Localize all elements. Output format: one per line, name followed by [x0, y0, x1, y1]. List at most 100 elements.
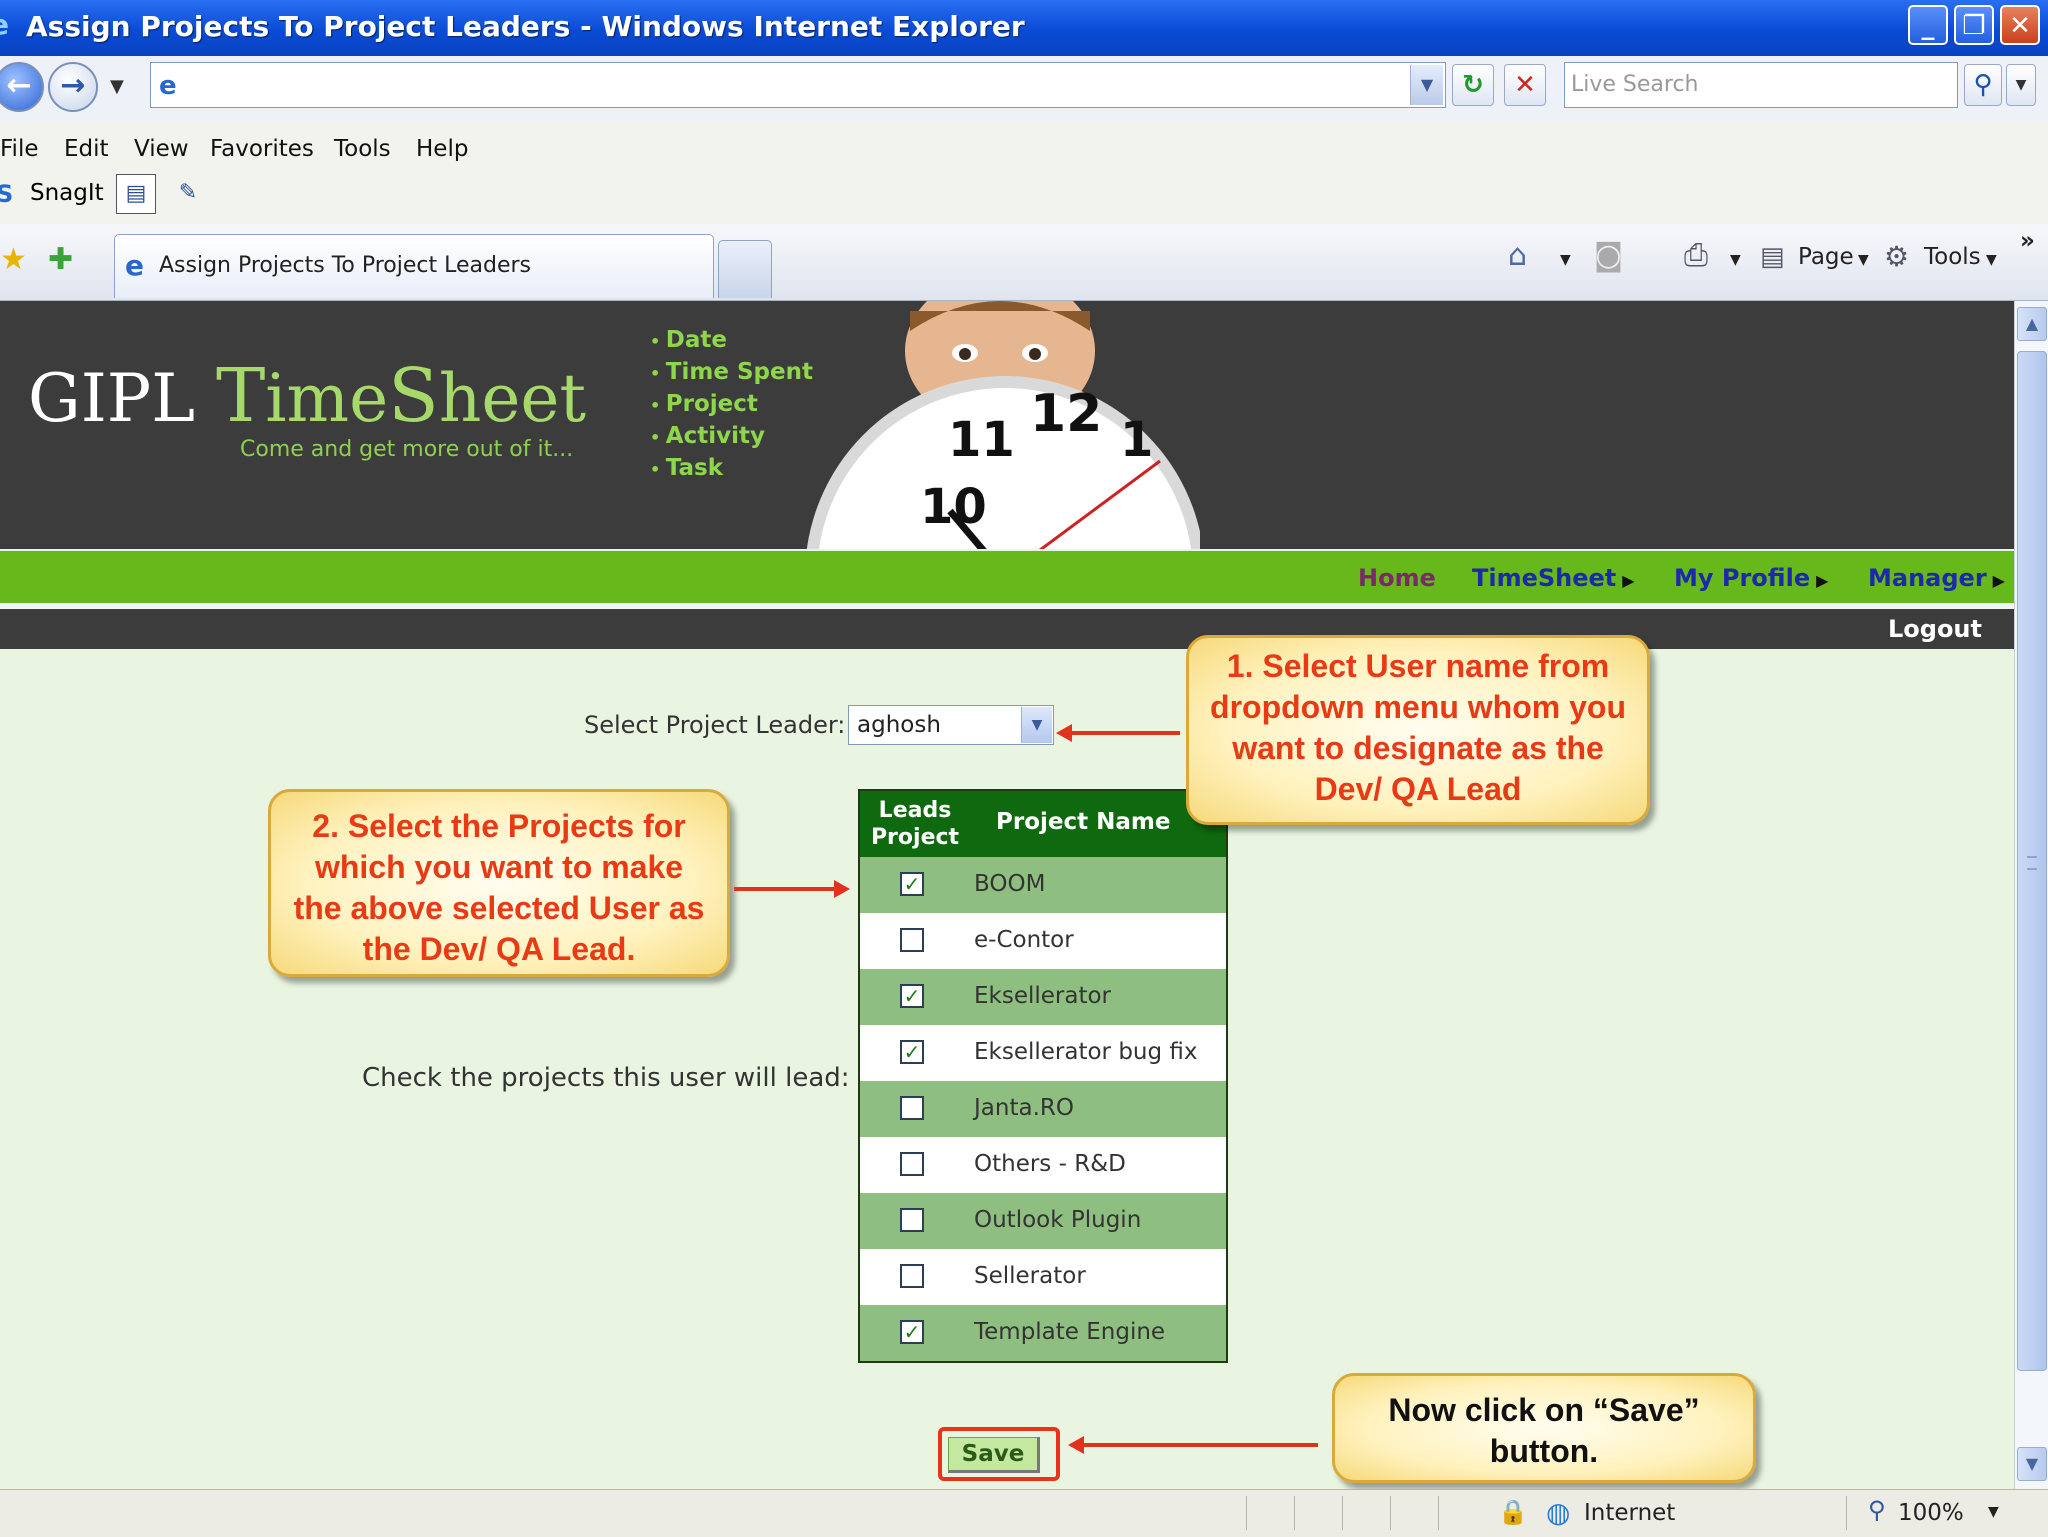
- leads-project-checkbox[interactable]: [900, 928, 924, 952]
- forward-button[interactable]: →: [48, 62, 98, 112]
- print-icon[interactable]: ⎙: [1684, 238, 1708, 273]
- zoom-dropdown[interactable]: ▼: [1988, 1504, 1999, 1520]
- callout-step-2: 2. Select the Projects for which you wan…: [268, 789, 730, 977]
- minimize-button[interactable]: _: [1908, 5, 1948, 45]
- menu-view[interactable]: View: [134, 136, 189, 162]
- snagit-toolbar: S SnagIt ▤ ✎: [0, 172, 2048, 224]
- selected-leader: aghosh: [857, 712, 941, 738]
- leads-project-checkbox[interactable]: [900, 1264, 924, 1288]
- table-header: Leads Project Project Name: [860, 791, 1226, 857]
- nav-manager[interactable]: Manager ▶: [1868, 564, 2005, 592]
- scroll-down-button[interactable]: ▼: [2017, 1447, 2047, 1481]
- vertical-scrollbar[interactable]: ▲ ▼: [2014, 301, 2048, 1489]
- project-rows: ✓ BOOM e-Contor ✓ Eksellerator ✓ Eksellerator …: [860, 857, 1226, 1361]
- arrow-head-icon: [1068, 1436, 1084, 1454]
- chevron-right-icon: ▶: [1992, 571, 2005, 590]
- leads-project-checkbox[interactable]: ✓: [900, 1040, 924, 1064]
- maximize-button[interactable]: ❐: [1954, 5, 1994, 45]
- chevron-down-icon[interactable]: ▼: [1021, 707, 1052, 743]
- snagit-icon: S: [0, 180, 14, 208]
- search-input[interactable]: Live Search: [1564, 62, 1958, 108]
- arrow-to-select: [1070, 731, 1180, 735]
- snagit-edit-icon[interactable]: ✎: [168, 174, 208, 214]
- print-dropdown[interactable]: ▼: [1730, 252, 1741, 268]
- more-commands-icon[interactable]: »: [2020, 228, 2035, 254]
- feature-item: Time Spent: [650, 357, 813, 389]
- home-icon[interactable]: ⌂: [1508, 238, 1527, 273]
- nav-my-profile[interactable]: My Profile ▶: [1674, 564, 1828, 592]
- arrow-to-table: [734, 887, 836, 891]
- search-icon[interactable]: ⚲: [1964, 64, 2002, 106]
- save-button[interactable]: Save: [948, 1437, 1040, 1473]
- svg-text:1: 1: [1120, 412, 1153, 468]
- protected-mode-icon: 🔒: [1498, 1498, 1528, 1526]
- scroll-up-button[interactable]: ▲: [2017, 307, 2047, 341]
- feature-item: Date: [650, 325, 813, 357]
- window-title-bar: e Assign Projects To Project Leaders - W…: [0, 0, 2048, 56]
- project-name: BOOM: [974, 871, 1046, 897]
- logout-link[interactable]: Logout: [1888, 615, 1982, 643]
- project-name: Janta.RO: [974, 1095, 1074, 1121]
- menu-favorites[interactable]: Favorites: [210, 136, 314, 162]
- project-name: Sellerator: [974, 1263, 1086, 1289]
- scrollbar-thumb[interactable]: [2017, 351, 2047, 1371]
- add-favorite-icon[interactable]: ✚: [48, 242, 73, 277]
- back-button[interactable]: ←: [0, 62, 44, 112]
- svg-text:11: 11: [948, 412, 1015, 468]
- search-options-dropdown[interactable]: ▼: [2006, 64, 2036, 106]
- home-dropdown[interactable]: ▼: [1560, 252, 1571, 268]
- leads-project-checkbox[interactable]: [900, 1096, 924, 1120]
- address-input[interactable]: e ▼: [150, 62, 1446, 108]
- project-name: Eksellerator bug fix: [974, 1039, 1198, 1065]
- page-dropdown[interactable]: ▼: [1858, 252, 1869, 268]
- project-name: Others - R&D: [974, 1151, 1126, 1177]
- zoom-level[interactable]: 100%: [1898, 1500, 1964, 1526]
- projects-table: Leads Project Project Name ✓ BOOM e-Contor…: [858, 789, 1228, 1363]
- save-highlight: Save: [938, 1427, 1060, 1481]
- tab-assign-projects[interactable]: e Assign Projects To Project Leaders: [114, 234, 714, 298]
- recent-pages-dropdown[interactable]: ▼: [110, 76, 124, 97]
- tools-menu[interactable]: Tools: [1924, 244, 1981, 270]
- ie-icon: e: [0, 8, 16, 41]
- select-leader-label: Select Project Leader:: [584, 711, 846, 739]
- menu-tools[interactable]: Tools: [334, 136, 391, 162]
- menu-edit[interactable]: Edit: [64, 136, 109, 162]
- nav-home[interactable]: Home: [1358, 564, 1436, 592]
- table-row: ✓ Eksellerator bug fix: [860, 1025, 1226, 1081]
- close-button[interactable]: ✕: [2000, 5, 2040, 45]
- tools-dropdown[interactable]: ▼: [1986, 252, 1997, 268]
- leads-project-checkbox[interactable]: ✓: [900, 1320, 924, 1344]
- arrow-to-save: [1082, 1443, 1318, 1447]
- leads-project-checkbox[interactable]: ✓: [900, 984, 924, 1008]
- leads-project-checkbox[interactable]: [900, 1152, 924, 1176]
- snagit-window-capture-icon[interactable]: ▤: [116, 174, 156, 214]
- address-toolbar: ← → ▼ e ▼ ↻ ✕ Live Search ⚲ ▼: [0, 56, 2048, 122]
- refresh-button[interactable]: ↻: [1452, 64, 1494, 106]
- arrow-head-icon: [834, 880, 850, 898]
- table-row: ✓ BOOM: [860, 857, 1226, 913]
- table-row: Outlook Plugin: [860, 1193, 1226, 1249]
- gear-icon: ⚙: [1884, 240, 1910, 273]
- site-logo: GIPL TimeSheet: [28, 353, 586, 439]
- status-bar: 🔒 ◍ Internet ⚲ 100% ▼: [0, 1489, 2048, 1537]
- menu-help[interactable]: Help: [416, 136, 468, 162]
- stop-button[interactable]: ✕: [1504, 64, 1546, 106]
- project-name: e-Contor: [974, 927, 1074, 953]
- feeds-icon[interactable]: ◙: [1594, 238, 1623, 273]
- tab-label: Assign Projects To Project Leaders: [159, 253, 532, 278]
- check-projects-label: Check the projects this user will lead:: [362, 1063, 850, 1093]
- favorites-star-icon[interactable]: ★: [0, 242, 27, 277]
- main-nav-bar: Home TimeSheet ▶ My Profile ▶ Manager ▶: [0, 551, 2014, 607]
- menu-file[interactable]: File: [0, 136, 39, 162]
- page-icon: e: [159, 71, 177, 101]
- project-leader-select[interactable]: aghosh ▼: [848, 705, 1054, 745]
- leads-project-checkbox[interactable]: ✓: [900, 872, 924, 896]
- banner-clock-image: 12 11 1 10: [800, 301, 1200, 549]
- new-tab-button[interactable]: [718, 240, 772, 298]
- address-dropdown-button[interactable]: ▼: [1410, 65, 1443, 105]
- snagit-button[interactable]: SnagIt: [30, 180, 104, 206]
- table-row: Janta.RO: [860, 1081, 1226, 1137]
- page-menu[interactable]: Page: [1798, 244, 1854, 270]
- leads-project-checkbox[interactable]: [900, 1208, 924, 1232]
- nav-timesheet[interactable]: TimeSheet ▶: [1472, 564, 1635, 592]
